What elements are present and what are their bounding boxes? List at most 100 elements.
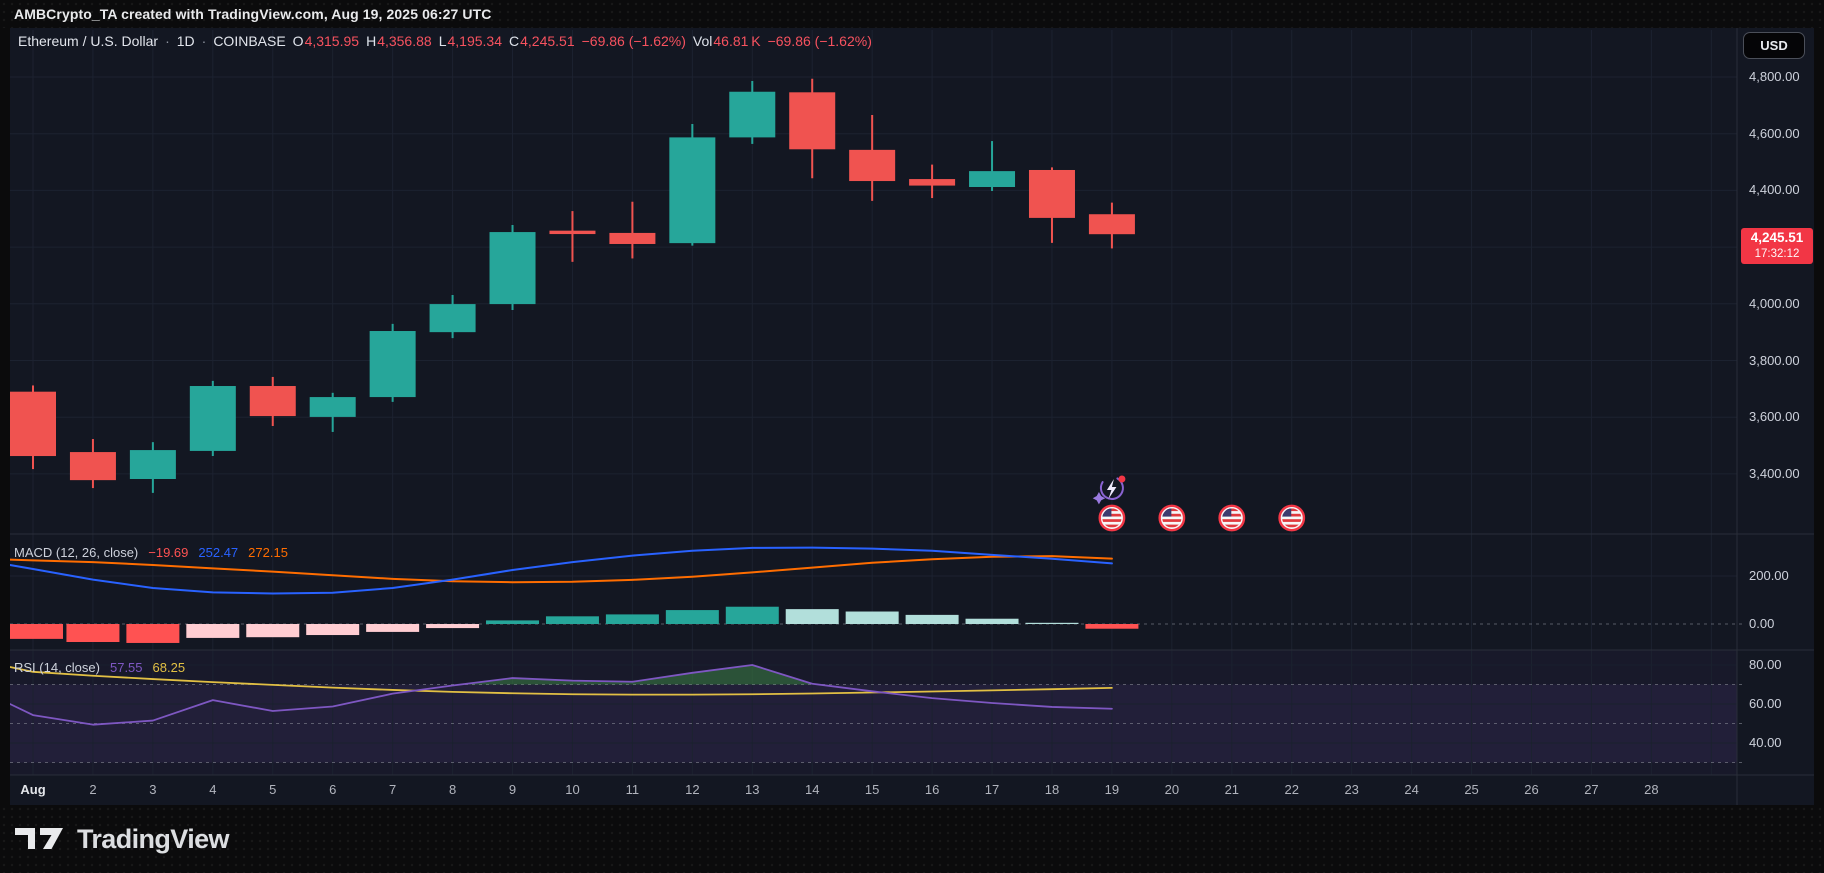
rsi-legend: RSI (14, close) 57.55 68.25 xyxy=(14,660,185,675)
time-tick-label: 17 xyxy=(985,782,999,797)
macd-line-value: 252.47 xyxy=(198,545,238,560)
bar-countdown: 17:32:12 xyxy=(1741,247,1813,261)
time-tick-label: 25 xyxy=(1464,782,1478,797)
ohlc-value: 4,356.88 xyxy=(377,33,432,49)
currency-toggle-button[interactable]: USD xyxy=(1743,32,1805,59)
time-tick-label: 16 xyxy=(925,782,939,797)
watermark-bar: AMBCrypto_TA created with TradingView.co… xyxy=(0,0,1824,28)
volume-change: −69.86 (−1.62%) xyxy=(768,33,872,49)
macd-histogram-bar xyxy=(606,614,659,624)
ohlc-letter: L xyxy=(439,33,447,49)
rsi-axis-label: 40.00 xyxy=(1749,735,1782,750)
time-tick-label: 2 xyxy=(89,782,96,797)
macd-legend: MACD (12, 26, close) −19.69 252.47 272.1… xyxy=(14,545,288,560)
time-tick-label: 18 xyxy=(1045,782,1059,797)
rsi-line-value: 57.55 xyxy=(110,660,143,675)
macd-title[interactable]: MACD (12, 26, close) xyxy=(14,545,138,560)
macd-histogram-bar xyxy=(126,624,179,643)
ohlc-letter: O xyxy=(293,33,304,49)
candle-aug-15 xyxy=(849,115,895,201)
symbol-info-bar: Ethereum / U.S. Dollar · 1D · COINBASE O… xyxy=(18,31,872,51)
time-tick-label: 11 xyxy=(626,782,640,797)
candle-aug-16 xyxy=(909,165,955,198)
time-tick-label: 28 xyxy=(1644,782,1658,797)
time-tick-label: 7 xyxy=(389,782,396,797)
macd-histogram-bar xyxy=(66,624,119,642)
exchange-label: COINBASE xyxy=(213,33,285,49)
tradingview-wordmark[interactable]: TradingView xyxy=(77,824,229,855)
time-tick-label: 13 xyxy=(745,782,759,797)
ohlc-item: H4,356.88 xyxy=(366,33,432,49)
us-flag-event-icon[interactable] xyxy=(1220,506,1244,530)
price-tick-label: 4,600.00 xyxy=(1749,126,1800,141)
rsi-axis-label: 80.00 xyxy=(1749,657,1782,672)
candle-aug-3 xyxy=(130,442,176,493)
volume-label: Vol xyxy=(693,33,712,49)
macd-axis-label: 0.00 xyxy=(1749,616,1774,631)
separator: · xyxy=(202,33,207,49)
macd-histogram-bar xyxy=(666,610,719,624)
price-tick-label: 4,800.00 xyxy=(1749,69,1800,84)
ohlc-value: 4,195.34 xyxy=(447,33,502,49)
interval-label[interactable]: 1D xyxy=(177,33,195,49)
time-tick-label: 4 xyxy=(209,782,216,797)
time-tick-label: 22 xyxy=(1285,782,1299,797)
time-tick-label: 12 xyxy=(685,782,699,797)
price-tick-label: 3,600.00 xyxy=(1749,409,1800,424)
price-tick-label: 3,400.00 xyxy=(1749,466,1800,481)
us-flag-event-icon[interactable] xyxy=(1280,506,1304,530)
ohlc-item: O4,315.95 xyxy=(293,33,359,49)
price-tick-label: 3,800.00 xyxy=(1749,353,1800,368)
credit-text: AMBCrypto_TA created with TradingView.co… xyxy=(14,6,491,22)
macd-histogram-bar xyxy=(186,624,239,638)
ohlc-values: O4,315.95 H4,356.88 L4,195.34 C4,245.51 xyxy=(293,33,575,49)
symbol-title[interactable]: Ethereum / U.S. Dollar xyxy=(18,33,158,49)
candle-aug-7 xyxy=(370,324,416,402)
time-tick-label: 8 xyxy=(449,782,456,797)
price-tick-label: 4,400.00 xyxy=(1749,182,1800,197)
candle-aug-19 xyxy=(1089,203,1135,249)
time-tick-label: 21 xyxy=(1225,782,1239,797)
chart-canvas[interactable] xyxy=(0,0,1824,873)
ohlc-letter: H xyxy=(366,33,376,49)
candle-aug-14 xyxy=(789,79,835,179)
macd-histogram-value: −19.69 xyxy=(148,545,188,560)
time-tick-label: 10 xyxy=(565,782,579,797)
candle-aug-13 xyxy=(729,81,775,144)
candle-aug-17 xyxy=(969,141,1015,191)
volume-value: 46.81 K xyxy=(713,33,760,49)
time-tick-label: 23 xyxy=(1344,782,1358,797)
macd-axis-label: 200.00 xyxy=(1749,568,1789,583)
macd-signal-value: 272.15 xyxy=(248,545,288,560)
last-price-badge: 4,245.51 17:32:12 xyxy=(1741,228,1813,264)
macd-histogram-bar xyxy=(726,607,779,624)
time-tick-label: 26 xyxy=(1524,782,1538,797)
candle-aug-5 xyxy=(250,377,296,426)
macd-histogram-bar xyxy=(966,619,1019,624)
rsi-axis-label: 60.00 xyxy=(1749,696,1782,711)
ohlc-value: 4,245.51 xyxy=(520,33,575,49)
candle-aug-12 xyxy=(669,124,715,246)
macd-histogram-bar xyxy=(486,620,539,624)
us-flag-event-icon[interactable] xyxy=(1100,506,1124,530)
candle-aug-18 xyxy=(1029,167,1075,242)
macd-histogram-bar xyxy=(306,624,359,635)
rsi-title[interactable]: RSI (14, close) xyxy=(14,660,100,675)
time-tick-label: 5 xyxy=(269,782,276,797)
us-flag-event-icon[interactable] xyxy=(1160,506,1184,530)
candle-aug-2 xyxy=(70,439,116,488)
time-tick-label: 19 xyxy=(1105,782,1119,797)
time-tick-label: 20 xyxy=(1165,782,1179,797)
ohlc-item: L4,195.34 xyxy=(439,33,502,49)
economic-event-icon[interactable] xyxy=(1093,473,1127,504)
ohlc-item: C4,245.51 xyxy=(509,33,575,49)
candle-aug-11 xyxy=(609,202,655,259)
macd-histogram-bar xyxy=(906,615,959,624)
last-price: 4,245.51 xyxy=(1741,229,1813,247)
candle-aug-1 xyxy=(10,385,56,469)
candle-aug-10 xyxy=(549,211,595,262)
tradingview-logo-icon[interactable] xyxy=(15,828,65,850)
macd-histogram-bar xyxy=(426,624,479,628)
rsi-ma-value: 68.25 xyxy=(153,660,186,675)
separator: · xyxy=(165,33,170,49)
